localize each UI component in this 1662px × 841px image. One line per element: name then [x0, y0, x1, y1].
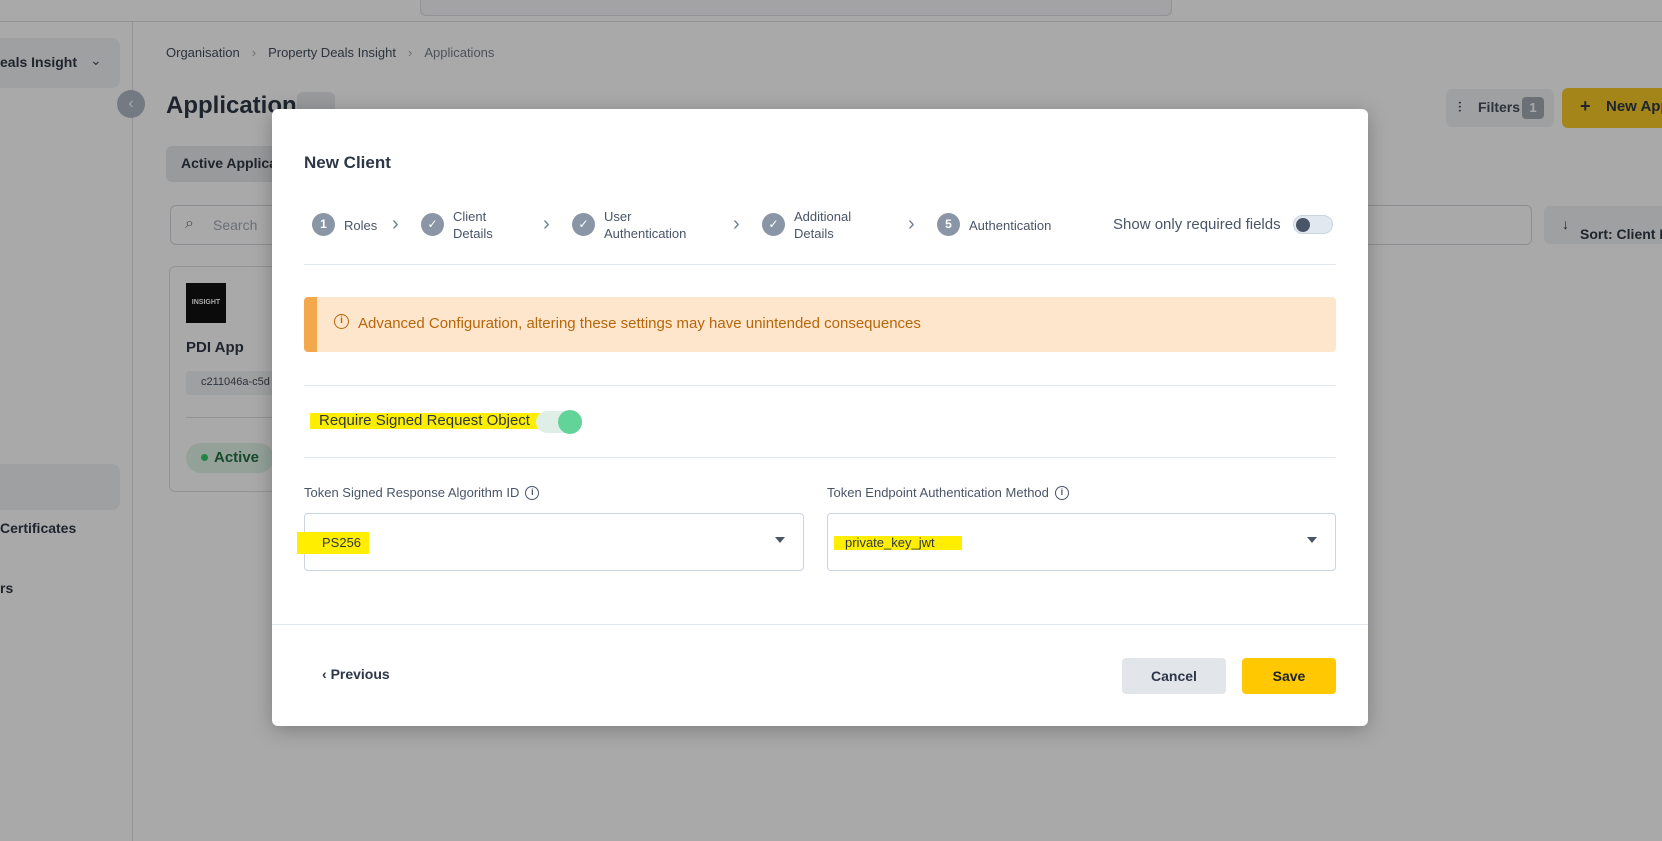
step-user-authentication[interactable]: ✓ User Authentication	[572, 205, 722, 245]
info-icon: i	[334, 314, 349, 329]
check-icon: ✓	[762, 213, 785, 236]
new-client-modal: New Client 1 Roles › ✓ Client Details › ✓…	[272, 109, 1368, 726]
modal-title: New Client	[304, 153, 391, 172]
check-icon: ✓	[572, 213, 595, 236]
step-label: User Authentication	[604, 209, 687, 241]
warning-alert: i Advanced Configuration, altering these…	[304, 297, 1336, 352]
token-signed-alg-select[interactable]: PS256	[297, 513, 804, 571]
check-icon: ✓	[421, 213, 444, 236]
step-label: Roles	[344, 217, 378, 233]
chevron-right-icon: ›	[543, 213, 550, 235]
info-icon[interactable]: i	[1054, 485, 1069, 500]
alert-text: Advanced Configuration, altering these s…	[358, 315, 921, 332]
step-client-details[interactable]: ✓ Client Details	[421, 205, 531, 245]
step-label: Client Details	[453, 209, 493, 241]
require-signed-request-label: Require Signed Request Object	[319, 412, 530, 429]
step-authentication[interactable]: 5 Authentication	[937, 205, 1077, 245]
info-icon[interactable]: i	[525, 485, 540, 500]
token-endpoint-auth-select[interactable]: private_key_jwt	[827, 513, 1336, 571]
step-number-icon: 5	[937, 213, 960, 236]
caret-down-icon	[1307, 537, 1317, 543]
token-endpoint-auth-label: Token Endpoint Authentication Method i	[827, 485, 1069, 501]
divider	[304, 264, 1336, 265]
previous-button[interactable]: ‹ Previous	[322, 666, 390, 682]
save-button[interactable]: Save	[1242, 658, 1336, 694]
caret-down-icon	[775, 537, 785, 543]
toggle-knob	[1296, 218, 1310, 232]
show-required-label: Show only required fields	[1113, 216, 1281, 233]
cancel-button[interactable]: Cancel	[1122, 658, 1226, 694]
step-additional-details[interactable]: ✓ Additional Details	[762, 205, 902, 245]
chevron-right-icon: ›	[392, 213, 399, 235]
chevron-right-icon: ›	[908, 213, 915, 235]
chevron-right-icon: ›	[733, 213, 740, 235]
toggle-knob	[558, 410, 582, 434]
divider	[304, 385, 1336, 386]
step-label: Authentication	[969, 217, 1052, 233]
require-signed-request-toggle[interactable]	[536, 410, 582, 434]
select-value: private_key_jwt	[845, 535, 935, 550]
step-number-icon: 1	[312, 213, 335, 236]
chevron-left-icon: ‹	[322, 666, 327, 682]
step-roles[interactable]: 1 Roles	[312, 205, 382, 245]
step-label: Additional Details	[794, 209, 852, 241]
divider	[304, 457, 1336, 458]
token-signed-alg-label: Token Signed Response Algorithm ID i	[304, 485, 540, 501]
divider	[272, 624, 1368, 625]
stepper: 1 Roles › ✓ Client Details › ✓ User Authen…	[272, 205, 1368, 245]
select-value: PS256	[322, 535, 362, 550]
show-required-toggle[interactable]	[1293, 215, 1333, 234]
